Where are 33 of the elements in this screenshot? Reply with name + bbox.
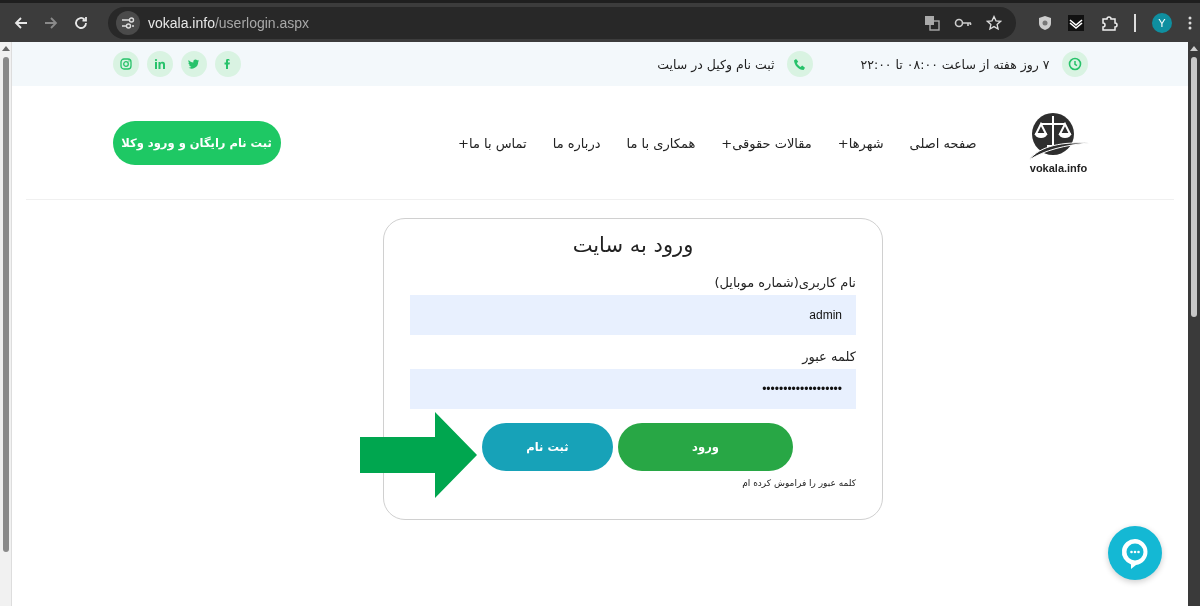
profile-avatar[interactable]: Y xyxy=(1152,12,1172,33)
login-title: ورود به سایت xyxy=(571,233,695,257)
reload-icon[interactable] xyxy=(73,14,89,31)
username-label: نام کاربری(شماره موبایل) xyxy=(713,275,856,290)
nav-link[interactable]: شهرها+ xyxy=(837,135,884,151)
translate-icon[interactable] xyxy=(924,14,940,31)
phone-icon xyxy=(786,51,813,77)
clock-icon xyxy=(1061,51,1088,77)
scrollbar[interactable] xyxy=(0,42,12,606)
puzzle-icon[interactable] xyxy=(1100,13,1118,32)
menu-icon[interactable] xyxy=(1188,15,1192,30)
nav-link[interactable]: درباره ما xyxy=(552,135,601,151)
working-hours-text: ۷ روز هفته از ساعت ۰۸:۰۰ تا ۲۲:۰۰ xyxy=(860,56,1050,72)
scroll-up-icon[interactable] xyxy=(1190,46,1198,51)
back-icon[interactable] xyxy=(13,14,29,31)
scrollbar[interactable] xyxy=(1188,42,1200,606)
password-field[interactable]: ••••••••••••••••••• xyxy=(410,369,856,409)
extension-icon[interactable] xyxy=(1068,14,1084,31)
register-lawyer-link[interactable]: ثبت نام وکیل در سایت xyxy=(657,56,775,72)
logo-text: vokala.info xyxy=(1029,162,1088,174)
shield-icon[interactable] xyxy=(1038,14,1052,31)
nav-link[interactable]: همکاری با ما xyxy=(626,135,696,151)
username-field[interactable]: admin xyxy=(410,295,856,335)
address-bar[interactable]: vokala.info/userlogin.aspx xyxy=(108,6,1016,39)
site-settings-icon[interactable] xyxy=(116,10,140,35)
nav-link[interactable]: مقالات حقوقی+ xyxy=(721,135,812,151)
url-text[interactable]: vokala.info/userlogin.aspx xyxy=(148,14,916,31)
forgot-password-link[interactable]: کلمه عبور را فراموش کرده ام xyxy=(742,478,856,488)
password-label: کلمه عبور xyxy=(800,349,856,364)
nav-link[interactable]: تماس با ما+ xyxy=(458,135,527,151)
scroll-up-icon[interactable] xyxy=(1,46,10,51)
bookmark-star-icon[interactable] xyxy=(986,14,1002,31)
nav-link[interactable]: صفحه اصلی xyxy=(909,135,977,151)
